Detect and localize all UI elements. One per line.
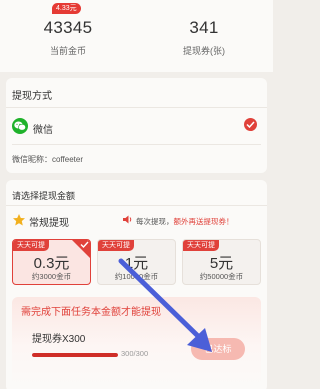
divider [6, 205, 267, 206]
withdraw-amount-card: 请选择提现金额 常规提现 每次提现，额外再送提现券！ 天天可提 0.3元 约30… [6, 180, 267, 389]
daily-tag: 天天可提 [13, 240, 49, 251]
task-progress-text: 300/300 [121, 349, 149, 358]
check-icon [80, 241, 89, 248]
option-amount: 1元 [124, 255, 149, 272]
divider [6, 107, 267, 108]
wechat-nickname: 微信昵称：coffeeter [12, 155, 83, 164]
normal-withdraw-label: 常规提现 [29, 218, 69, 229]
option-coins: 约10000金币 [114, 272, 159, 281]
task-requirement-notice: 需完成下面任务本金额才能提现 [21, 307, 161, 318]
withdraw-method-card: 提现方式 微信 微信昵称：coffeeter [6, 78, 267, 173]
coins-label: 当前金币 [49, 46, 86, 56]
task-progress-bar [32, 353, 118, 357]
option-amount: 0.3元 [33, 255, 70, 272]
withdraw-method-title: 提现方式 [12, 91, 52, 102]
option-amount: 5元 [209, 255, 234, 272]
stats-header: 4.33元 43345 当前金币 341 提现券(张) [0, 0, 273, 72]
vouchers-value: 341 [189, 18, 219, 37]
option-coins: 约50000金币 [199, 272, 244, 281]
amount-option-0.3[interactable]: 天天可提 0.3元 约3000金币 [12, 239, 91, 285]
coins-value: 43345 [43, 18, 93, 37]
divider [12, 144, 261, 145]
check-circle-icon [244, 118, 257, 131]
task-name: 提现券X300 [32, 334, 86, 345]
vouchers-label: 提现券(张) [183, 46, 225, 56]
withdraw-page: 4.33元 43345 当前金币 341 提现券(张) 提现方式 微信 微信昵称… [0, 0, 273, 389]
daily-tag: 天天可提 [183, 240, 219, 251]
cash-value-badge: 4.33元 [52, 3, 81, 14]
wechat-label: 微信 [33, 125, 53, 136]
amount-section-title: 请选择提现金额 [12, 191, 76, 201]
task-progress-fill [32, 353, 118, 357]
task-done-button[interactable]: 已达标 [191, 338, 245, 360]
daily-tag: 天天可提 [98, 240, 134, 251]
speaker-icon [123, 215, 132, 224]
amount-option-5[interactable]: 天天可提 5元 约50000金币 [182, 239, 261, 285]
star-icon [13, 214, 25, 226]
bonus-notice: 每次提现，额外再送提现券！ [136, 217, 234, 226]
task-box: 需完成下面任务本金额才能提现 提现券X300 300/300 已达标 [12, 297, 261, 387]
wechat-icon [12, 118, 28, 134]
option-coins: 约3000金币 [31, 272, 72, 281]
amount-option-1[interactable]: 天天可提 1元 约10000金币 [97, 239, 176, 285]
